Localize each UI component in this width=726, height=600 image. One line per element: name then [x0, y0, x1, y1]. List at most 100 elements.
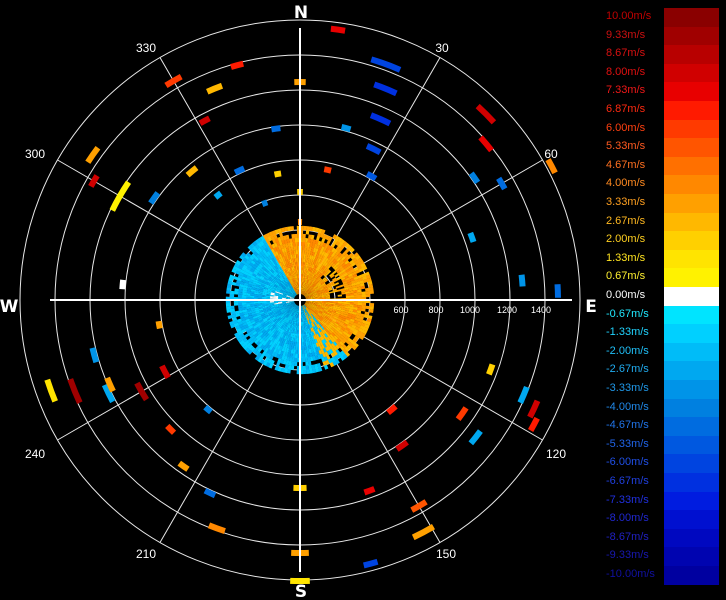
echo-cell — [295, 249, 299, 255]
echo-cell — [245, 302, 251, 305]
legend-label: 10.00m/s — [606, 10, 652, 22]
echo-cell — [225, 302, 231, 307]
legend-entry: -0.67m/s — [604, 305, 722, 325]
echo-cell — [357, 294, 363, 298]
legend-entry: -3.33m/s — [604, 380, 722, 399]
echo-cell — [294, 353, 298, 359]
legend-swatch — [664, 324, 719, 343]
legend-entry: 2.00m/s — [604, 231, 722, 250]
legend-swatch — [664, 528, 719, 548]
legend-entry: -10.00m/s — [604, 566, 722, 585]
legend-entry: 7.33m/s — [604, 82, 722, 101]
legend-entry: 6.00m/s — [604, 119, 722, 139]
legend-entry: -6.00m/s — [604, 454, 722, 473]
legend-entry: 3.33m/s — [604, 194, 722, 213]
echo-cell — [302, 233, 306, 239]
echo-cell — [365, 305, 370, 310]
west-label: W — [0, 297, 19, 317]
echo-cell — [295, 253, 299, 259]
range-label-1400: 1400 — [531, 305, 551, 315]
legend-swatch — [664, 212, 719, 232]
legend-entry: -8.67m/s — [604, 528, 722, 548]
legend-entry: 4.67m/s — [604, 156, 722, 176]
bearing-label-30: 30 — [435, 41, 449, 55]
legend-entry: -5.33m/s — [604, 435, 722, 455]
legend-label: -9.33m/s — [606, 549, 649, 562]
echo-cell — [365, 290, 370, 295]
legend-label: 7.33m/s — [606, 84, 646, 97]
legend-swatch — [664, 361, 719, 380]
echo-cell — [305, 230, 310, 235]
legend-swatch — [664, 380, 719, 399]
legend-swatch — [664, 249, 719, 269]
legend-swatch — [664, 398, 719, 418]
legend-label: -4.00m/s — [606, 400, 649, 413]
legend-entry: -1.33m/s — [604, 324, 722, 343]
echo-cell — [302, 369, 307, 375]
bearing-label-240: 240 — [25, 447, 45, 461]
legend-label: 8.67m/s — [606, 47, 646, 60]
echo-cell — [305, 365, 310, 370]
legend-entry: 8.00m/s — [604, 63, 722, 83]
echo-cell — [229, 293, 235, 298]
legend-entry: 9.33m/s — [604, 26, 722, 46]
echo-cell — [357, 302, 363, 306]
legend-label: -2.00m/s — [606, 344, 649, 357]
legend-label: 4.67m/s — [606, 158, 646, 171]
legend-swatch — [664, 194, 719, 213]
legend-entry: -2.67m/s — [604, 361, 722, 380]
legend-entry: 1.33m/s — [604, 249, 722, 269]
echo-cell — [357, 291, 362, 296]
echo-cell — [257, 301, 263, 304]
legend-swatch — [664, 156, 719, 176]
legend-swatch — [664, 119, 719, 139]
legend-swatch — [664, 566, 719, 585]
legend-entry: -2.00m/s — [604, 342, 722, 362]
legend-label: 9.33m/s — [606, 28, 646, 41]
legend-label: 6.87m/s — [606, 103, 646, 115]
echo-cell — [230, 305, 235, 310]
radar-ppi-chart: N E S W 30 60 120 150 210 240 300 330 60… — [0, 0, 600, 600]
legend-entry: -7.33m/s — [604, 491, 722, 511]
echo-cell — [241, 294, 247, 298]
echo-cell — [349, 295, 355, 298]
legend-swatch — [664, 417, 719, 436]
legend-entry: 6.87m/s — [604, 101, 722, 120]
echo-cell — [302, 353, 306, 359]
legend-entry: -6.67m/s — [604, 473, 722, 492]
echo-cell — [361, 291, 366, 295]
echo-cell — [305, 361, 309, 366]
echo-cell — [226, 305, 231, 310]
echo-cell — [249, 301, 255, 305]
echo-cell — [301, 337, 304, 343]
legend-entry: 5.33m/s — [604, 138, 722, 157]
echo-cell — [241, 302, 247, 306]
echo-cell — [353, 302, 359, 306]
echo-cell — [304, 357, 309, 362]
legend-swatch — [664, 268, 719, 287]
echo-cell — [233, 302, 239, 306]
legend-label: 3.33m/s — [606, 196, 646, 208]
range-label-1200: 1200 — [497, 305, 517, 315]
echo-cell — [303, 225, 307, 231]
echo-cell — [345, 295, 351, 299]
echo-cell — [237, 294, 243, 298]
legend-label: -5.33m/s — [606, 437, 649, 450]
bearing-label-210: 210 — [136, 547, 156, 561]
legend-label: 6.00m/s — [606, 121, 646, 134]
legend-label: 0.67m/s — [606, 270, 646, 283]
velocity-color-legend: 10.00m/s 9.33m/s 8.67m/s 8.00m/s 7.33m/s 6.87… — [604, 8, 722, 592]
echo-cell — [361, 302, 367, 306]
echo-cell — [302, 365, 307, 371]
echo-cell — [294, 237, 298, 243]
legend-swatch — [664, 45, 719, 64]
echo-cell — [301, 345, 305, 351]
legend-label: 4.00m/s — [606, 177, 646, 190]
legend-label: -7.33m/s — [606, 493, 649, 506]
echo-cell — [291, 234, 295, 239]
echo-cell — [291, 238, 296, 243]
legend-label: -8.67m/s — [606, 530, 649, 543]
legend-swatch — [664, 473, 719, 492]
echo-cell — [296, 257, 299, 263]
bearing-label-60: 60 — [544, 147, 558, 161]
